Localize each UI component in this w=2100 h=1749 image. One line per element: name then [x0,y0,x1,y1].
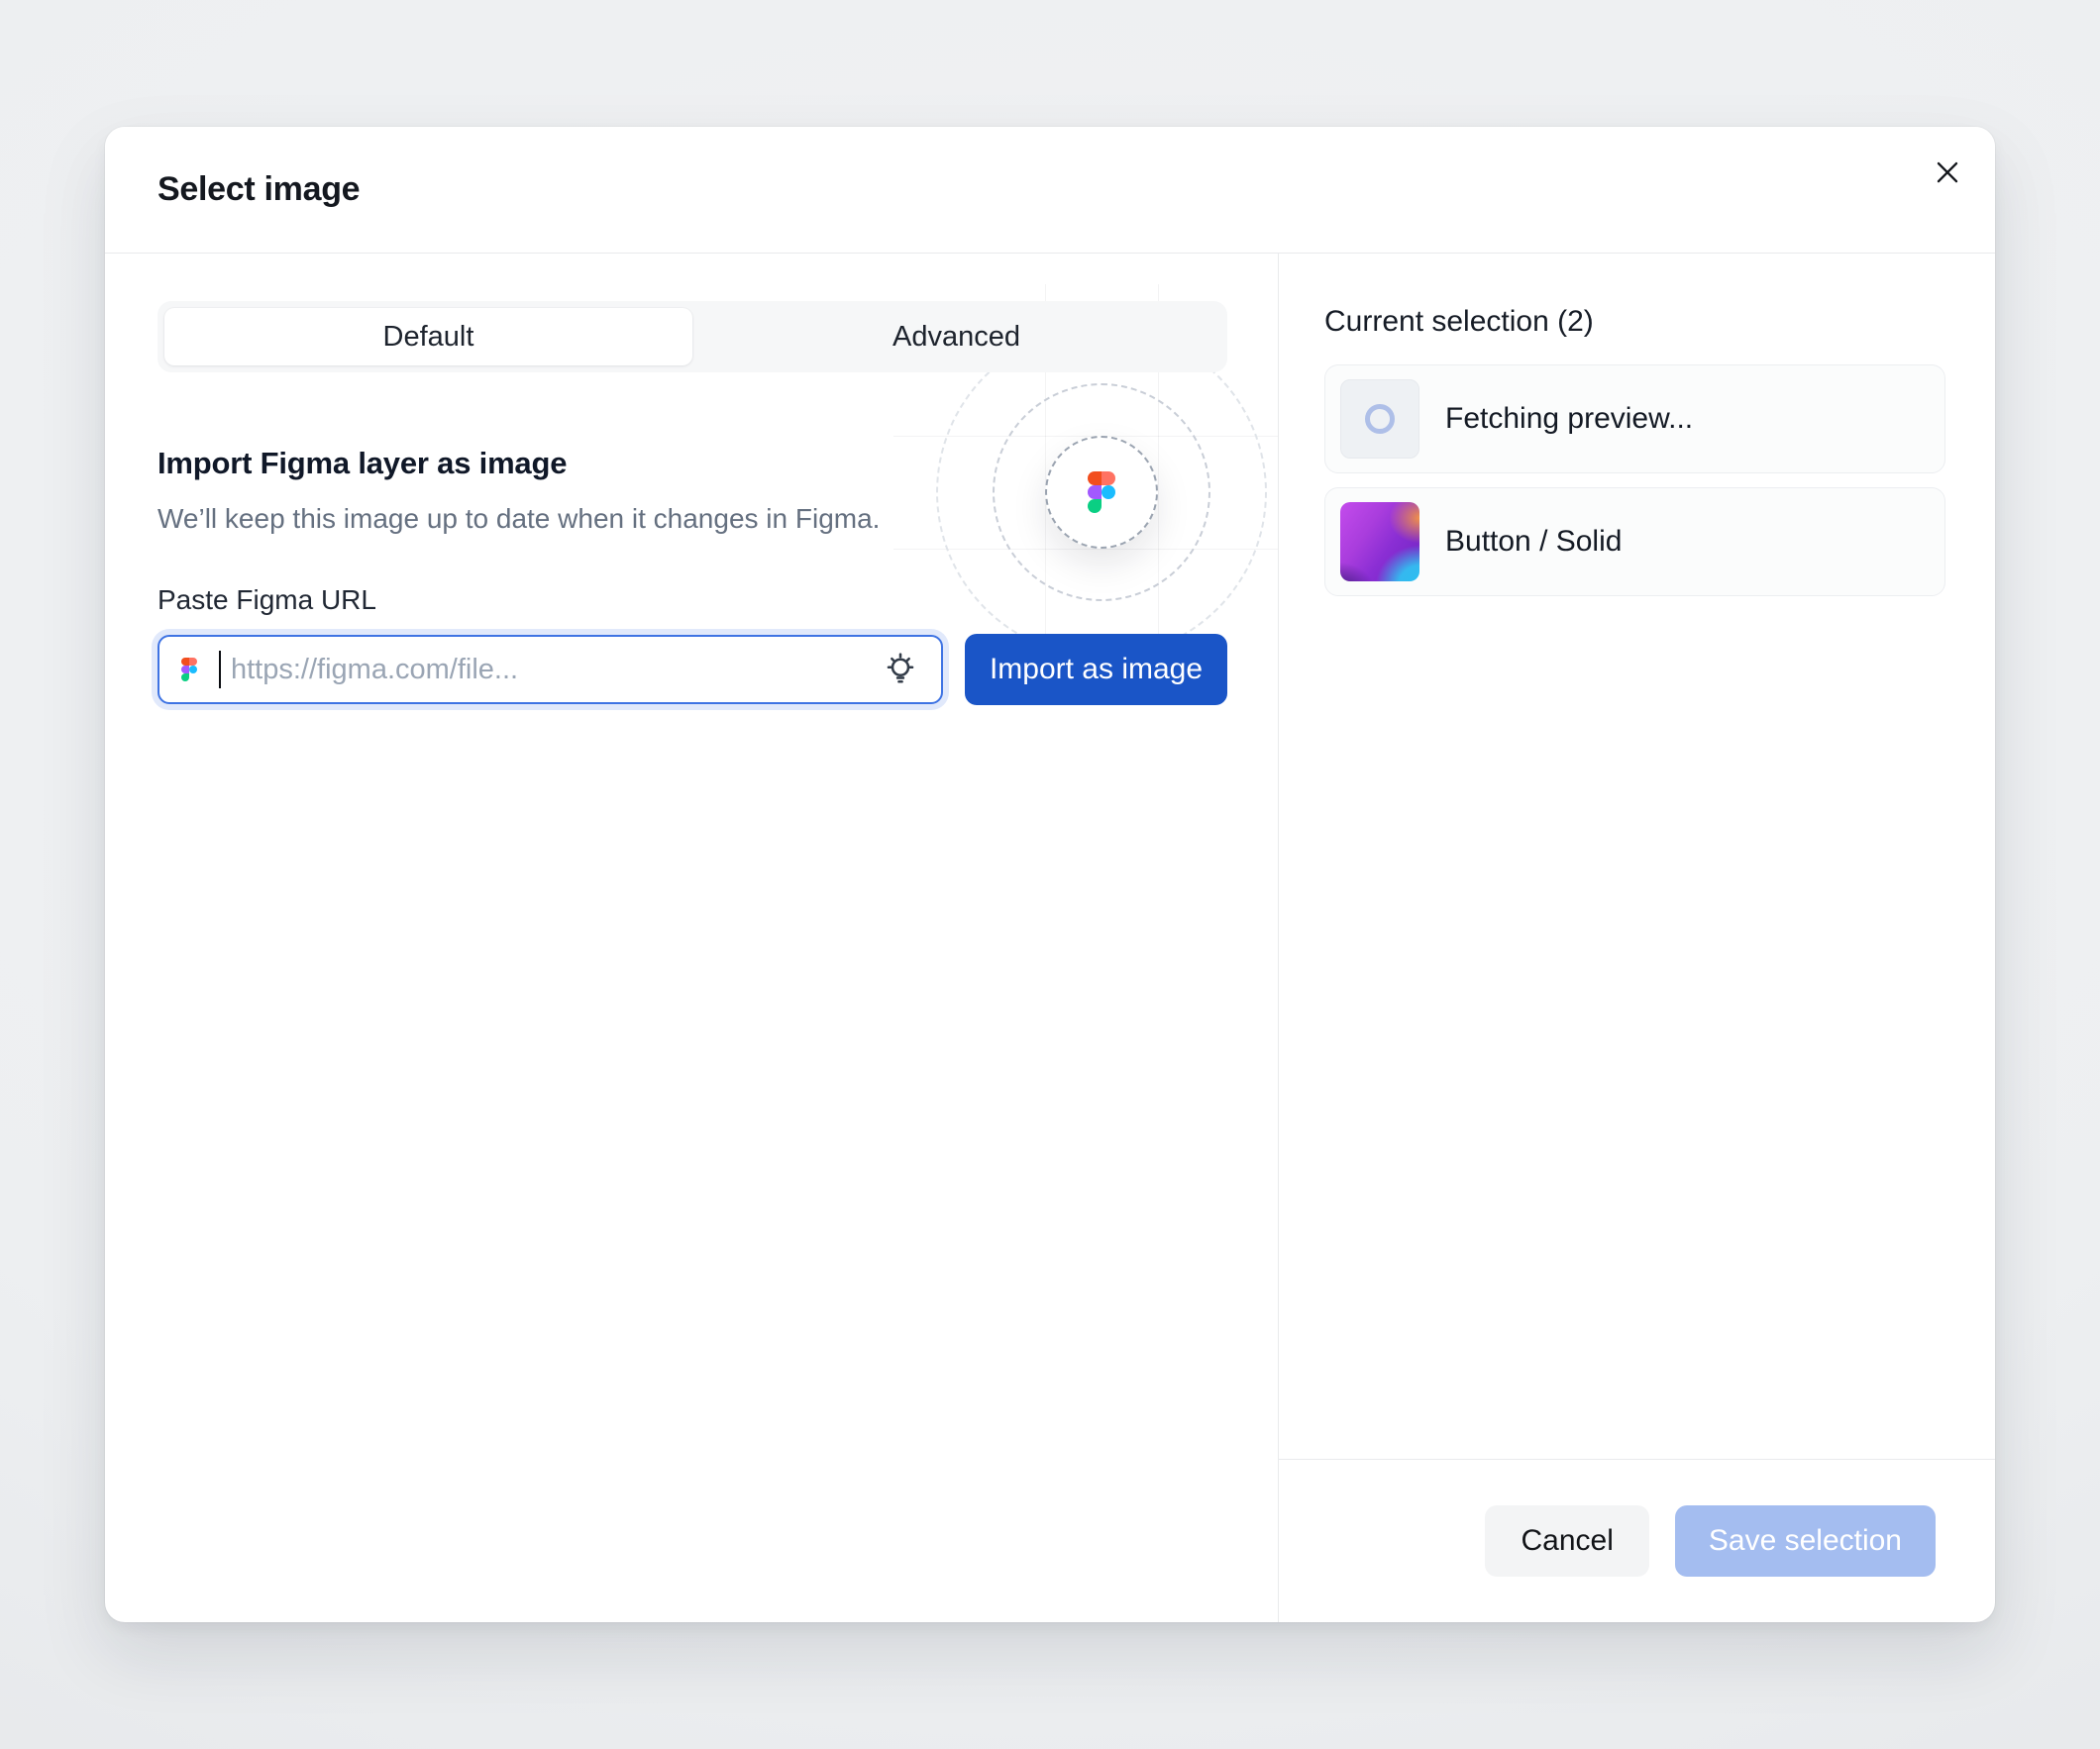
figma-url-field-wrap [158,635,943,704]
loading-thumbnail [1340,379,1419,459]
lightbulb-icon [881,650,920,689]
dialog-footer: Cancel Save selection [1279,1459,1995,1622]
dialog-header: Select image [105,127,1995,254]
selection-item-label: Button / Solid [1445,525,1622,559]
save-selection-button[interactable]: Save selection [1675,1505,1936,1577]
import-as-image-button[interactable]: Import as image [965,634,1227,705]
figma-url-label: Paste Figma URL [158,584,1227,616]
figma-url-input[interactable] [158,635,943,704]
dialog-title: Select image [158,170,360,209]
import-description: We’ll keep this image up to date when it… [158,503,1227,535]
selection-item-label: Fetching preview... [1445,402,1693,436]
close-button[interactable] [1920,145,1975,200]
url-row: Import as image [158,634,1227,705]
selection-item-fetching[interactable]: Fetching preview... [1324,364,1945,473]
tab-advanced[interactable]: Advanced [692,308,1220,365]
import-heading: Import Figma layer as image [158,446,1227,481]
dialog-body: Default Advanced Import Figma layer as i… [105,254,1995,1622]
close-icon [1932,156,1963,188]
select-image-dialog: Select image [105,127,1995,1622]
selection-pane: Current selection (2) Fetching preview..… [1279,254,1995,1622]
tab-default[interactable]: Default [164,308,692,365]
spinner-icon [1365,404,1395,434]
current-selection-heading: Current selection (2) [1324,305,1945,339]
selection-item-button-solid[interactable]: Button / Solid [1324,487,1945,596]
text-cursor [219,651,221,688]
import-pane: Default Advanced Import Figma layer as i… [105,254,1279,1622]
tab-bar: Default Advanced [158,301,1227,372]
cancel-button[interactable]: Cancel [1485,1505,1648,1577]
gradient-thumbnail [1340,502,1419,581]
hint-button[interactable] [878,647,923,692]
import-section: Import Figma layer as image We’ll keep t… [158,446,1227,705]
figma-logo-icon-small [181,658,197,681]
